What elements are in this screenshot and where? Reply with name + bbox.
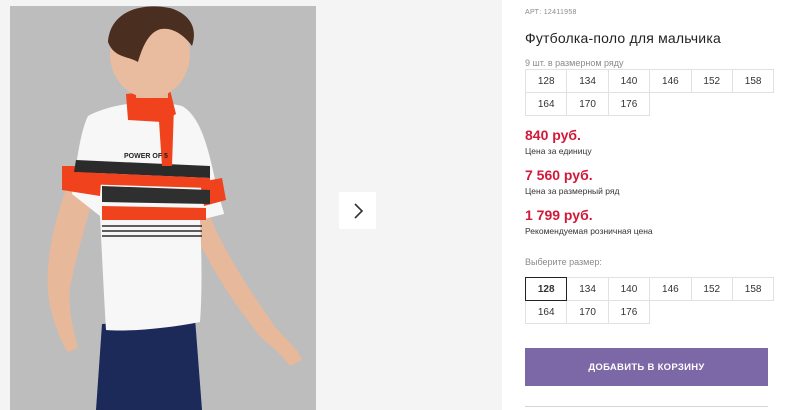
pack-size-cell: 170: [566, 92, 609, 116]
product-gallery: POWER OF 5: [0, 0, 502, 410]
pack-size-cell: 140: [607, 69, 651, 93]
chevron-right-icon: [353, 202, 363, 219]
pack-price-note: Цена за размерный ряд: [525, 186, 620, 196]
size-option-170[interactable]: 170: [566, 300, 609, 324]
retail-price-note: Рекомендуемая розничная цена: [525, 226, 653, 236]
pack-size-cell: 146: [649, 69, 692, 93]
shirt-print-text: POWER OF 5: [124, 153, 168, 160]
pack-size-label: 9 шт. в размерном ряду: [525, 58, 624, 68]
product-photo: POWER OF 5: [10, 6, 316, 410]
size-option-134[interactable]: 134: [566, 277, 609, 301]
pack-size-cell: 176: [607, 92, 651, 116]
boy-in-polo-image: POWER OF 5: [10, 6, 316, 410]
size-option-158[interactable]: 158: [731, 277, 775, 301]
pack-size-cell: 134: [566, 69, 609, 93]
size-option-140[interactable]: 140: [607, 277, 651, 301]
size-selector: 128 134 140 146 152 158 164 170 176: [525, 277, 775, 324]
size-option-128[interactable]: 128: [525, 277, 568, 301]
product-title: Футболка-поло для мальчика: [525, 30, 721, 46]
secondary-button-edge: [525, 406, 768, 410]
article-number: АРТ: 12411958: [525, 9, 577, 16]
pack-size-cell: 158: [731, 69, 775, 93]
pack-size-cell: 164: [525, 92, 568, 116]
unit-price: 840 руб.: [525, 127, 581, 143]
pack-size-cell: 152: [690, 69, 733, 93]
size-option-146[interactable]: 146: [649, 277, 692, 301]
size-option-152[interactable]: 152: [690, 277, 733, 301]
pack-price: 7 560 руб.: [525, 167, 593, 183]
choose-size-label: Выберите размер:: [525, 257, 602, 267]
size-option-176[interactable]: 176: [607, 300, 651, 324]
pack-size-cell: 128: [525, 69, 568, 93]
retail-price: 1 799 руб.: [525, 207, 593, 223]
pack-size-grid: 128 134 140 146 152 158 164 170 176: [525, 69, 775, 116]
size-option-164[interactable]: 164: [525, 300, 568, 324]
add-to-cart-button[interactable]: ДОБАВИТЬ В КОРЗИНУ: [525, 348, 768, 386]
next-image-button[interactable]: [339, 192, 376, 229]
unit-price-note: Цена за единицу: [525, 146, 592, 156]
